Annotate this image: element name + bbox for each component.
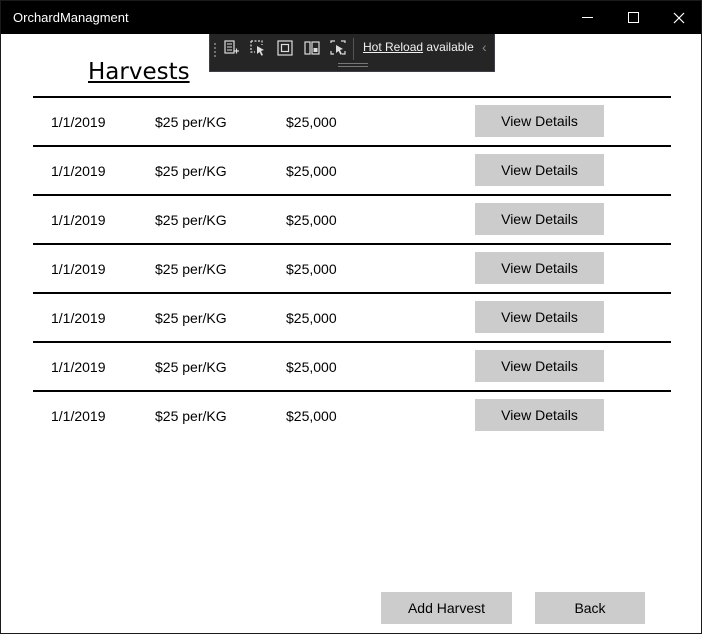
toolbar-divider [353, 38, 354, 60]
select-element-icon[interactable] [249, 39, 267, 57]
view-details-button[interactable]: View Details [475, 154, 604, 186]
minimize-button[interactable] [564, 1, 610, 34]
track-focus-icon[interactable] [303, 39, 321, 57]
harvest-price: $25 per/KG [155, 212, 227, 228]
harvest-total: $25,000 [286, 408, 337, 424]
harvest-row: 1/1/2019 $25 per/KG $25,000 View Details [33, 194, 671, 243]
harvest-date: 1/1/2019 [51, 261, 106, 277]
window-title: OrchardManagment [13, 10, 129, 25]
view-details-button[interactable]: View Details [475, 105, 604, 137]
minimize-icon [581, 17, 593, 18]
display-layout-adorners-icon[interactable] [276, 39, 294, 57]
toolbar-drag-handle[interactable] [338, 63, 368, 67]
harvest-row: 1/1/2019 $25 per/KG $25,000 View Details [33, 390, 671, 439]
maximize-icon [627, 12, 639, 23]
harvest-row: 1/1/2019 $25 per/KG $25,000 View Details [33, 341, 671, 390]
harvest-price: $25 per/KG [155, 359, 227, 375]
harvest-price: $25 per/KG [155, 114, 227, 130]
harvest-row: 1/1/2019 $25 per/KG $25,000 View Details [33, 145, 671, 194]
binding-failures-icon[interactable] [329, 39, 347, 57]
view-details-button[interactable]: View Details [475, 350, 604, 382]
harvest-total: $25,000 [286, 212, 337, 228]
view-details-button[interactable]: View Details [475, 399, 604, 431]
harvest-total: $25,000 [286, 114, 337, 130]
harvest-row: 1/1/2019 $25 per/KG $25,000 View Details [33, 243, 671, 292]
harvest-total: $25,000 [286, 359, 337, 375]
maximize-button[interactable] [610, 1, 656, 34]
harvest-date: 1/1/2019 [51, 163, 106, 179]
harvest-list: 1/1/2019 $25 per/KG $25,000 View Details… [33, 96, 671, 439]
harvest-row: 1/1/2019 $25 per/KG $25,000 View Details [33, 96, 671, 145]
app-window: OrchardManagment Hot Reload available ‹ … [0, 0, 702, 634]
page-title: Harvests [88, 59, 190, 85]
harvest-row: 1/1/2019 $25 per/KG $25,000 View Details [33, 292, 671, 341]
harvest-price: $25 per/KG [155, 163, 227, 179]
hot-reload-link[interactable]: Hot Reload [363, 40, 423, 54]
add-harvest-button[interactable]: Add Harvest [381, 592, 512, 624]
close-button[interactable] [656, 1, 702, 34]
close-icon [673, 12, 685, 23]
harvest-price: $25 per/KG [155, 408, 227, 424]
hot-reload-status: Hot Reload available [363, 40, 474, 54]
harvest-date: 1/1/2019 [51, 212, 106, 228]
title-bar[interactable]: OrchardManagment [1, 1, 701, 34]
collapse-chevron-icon[interactable]: ‹ [482, 39, 487, 55]
view-details-button[interactable]: View Details [475, 203, 604, 235]
hot-reload-state: available [426, 40, 474, 54]
view-details-button[interactable]: View Details [475, 301, 604, 333]
harvest-total: $25,000 [286, 310, 337, 326]
harvest-price: $25 per/KG [155, 261, 227, 277]
harvest-date: 1/1/2019 [51, 310, 106, 326]
harvest-date: 1/1/2019 [51, 114, 106, 130]
toolbar-grip-icon[interactable] [213, 42, 217, 58]
harvest-date: 1/1/2019 [51, 359, 106, 375]
live-visual-tree-icon[interactable] [223, 39, 241, 57]
view-details-button[interactable]: View Details [475, 252, 604, 284]
harvest-date: 1/1/2019 [51, 408, 106, 424]
harvest-price: $25 per/KG [155, 310, 227, 326]
harvest-total: $25,000 [286, 163, 337, 179]
harvest-total: $25,000 [286, 261, 337, 277]
back-button[interactable]: Back [535, 592, 645, 624]
xaml-debug-toolbar: Hot Reload available ‹ [209, 34, 495, 72]
